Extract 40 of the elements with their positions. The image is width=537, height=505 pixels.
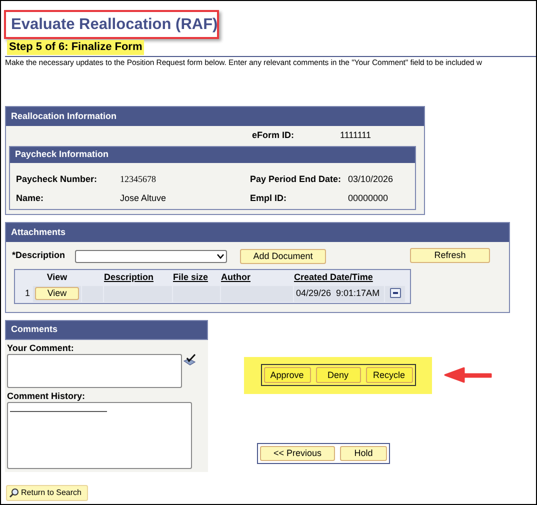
return-to-search-button[interactable]: Return to Search [6, 484, 88, 500]
panel-heading: Comments [11, 322, 58, 336]
spell-check-icon[interactable] [183, 354, 196, 366]
field-label: eForm ID: [252, 129, 296, 142]
delete-row-button[interactable] [390, 288, 400, 298]
field-value: 1111111 [340, 129, 372, 142]
panel-heading: Paycheck Information [15, 148, 109, 162]
search-icon [9, 488, 19, 498]
column-header[interactable]: Author [221, 272, 250, 282]
table-cell: 04/29/26 9:01:17AM [296, 288, 380, 298]
panel-heading: Attachments [11, 226, 66, 239]
field-label: Empl ID: [250, 193, 288, 204]
step-label: Step 5 of 6: Finalize Form [7, 40, 144, 55]
field-label: Name: [16, 193, 45, 204]
view-button[interactable]: View [35, 286, 79, 300]
row-number: 1 [24, 288, 30, 298]
field-label: Paycheck Number: [16, 174, 98, 185]
field-value: 03/10/2026 [348, 174, 394, 185]
nav-button[interactable]: << Previous [260, 446, 335, 460]
page-title: Evaluate Reallocation (RAF) [11, 14, 218, 35]
field-label: Your Comment: [7, 342, 75, 354]
field-value: 00000000 [348, 193, 390, 204]
description-dropdown[interactable] [75, 250, 227, 262]
column-header: View [46, 272, 68, 282]
action-button[interactable]: Recycle [366, 367, 412, 383]
add-document-button[interactable]: Add Document [240, 248, 326, 264]
panel-heading: Reallocation Information [11, 110, 117, 123]
refresh-button[interactable]: Refresh [410, 248, 490, 262]
field-label: Pay Period End Date: [250, 174, 342, 185]
chevron-down-icon [217, 254, 224, 258]
field-label: *Description [12, 249, 66, 262]
column-header[interactable]: File size [173, 272, 208, 282]
field-value: 12345678 [120, 174, 157, 185]
action-button[interactable]: Approve [264, 367, 310, 383]
column-header[interactable]: Created Date/Time [294, 272, 373, 282]
column-header[interactable]: Description [104, 272, 154, 282]
action-button[interactable]: Deny [316, 367, 360, 383]
field-label: Comment History: [7, 390, 86, 402]
nav-button[interactable]: Hold [340, 446, 387, 460]
field-value: Jose Altuve [120, 193, 168, 204]
